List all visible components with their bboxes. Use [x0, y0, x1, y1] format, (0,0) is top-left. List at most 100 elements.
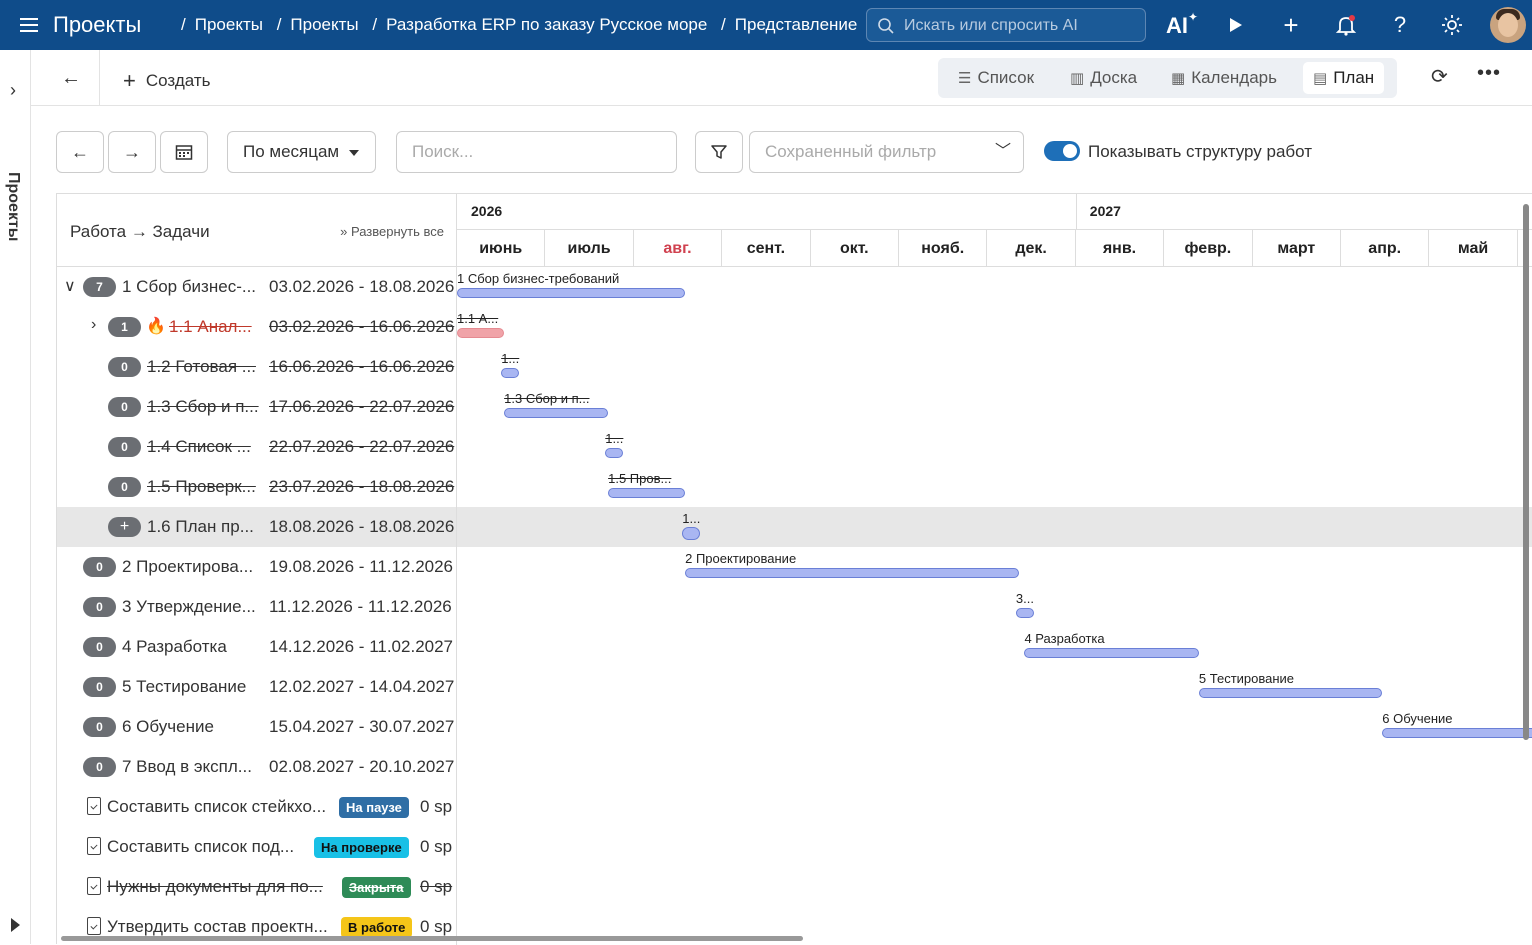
prev-period-button[interactable]: ←	[56, 131, 104, 173]
chevron-down-icon: ﹀	[994, 143, 1011, 160]
table-row[interactable]: 0 1.4 Список ... 22.07.2026 - 22.07.2026	[57, 427, 456, 467]
filter-search-input[interactable]: Поиск...	[396, 131, 677, 173]
gantt-bar[interactable]	[457, 328, 505, 338]
row-name: 1.6 План пр...	[147, 517, 254, 536]
table-row[interactable]: 0 7 Ввод в экспл... 02.08.2027 - 20.10.2…	[57, 747, 456, 787]
count-badge: 0	[83, 597, 116, 617]
menu-icon[interactable]	[20, 14, 38, 36]
table-row[interactable]: 0 1.2 Готовая ... 16.06.2026 - 16.06.202…	[57, 347, 456, 387]
chevron-right-icon[interactable]: ›	[10, 80, 16, 101]
gantt-bar[interactable]	[501, 368, 520, 378]
tab-plan[interactable]: ▤ План	[1303, 62, 1385, 94]
row-name: 4 Разработка	[122, 637, 227, 656]
tab-label: Календарь	[1191, 68, 1277, 87]
breadcrumb: / Проекты / Проекты / Разработка ERP по зак…	[181, 15, 858, 34]
gantt-bar[interactable]	[1198, 688, 1383, 698]
period-value: По месяцам	[243, 142, 340, 161]
tab-calendar[interactable]: ▦ Календарь	[1161, 62, 1287, 94]
tab-board[interactable]: ▥ Доска	[1060, 62, 1147, 94]
count-badge: 7	[83, 277, 116, 297]
vertical-scrollbar[interactable]	[1523, 204, 1529, 740]
show-structure-label: Показывать структуру работ	[1088, 142, 1313, 161]
sun-icon	[1442, 15, 1462, 35]
row-dates: 16.06.2026 - 16.06.2026	[269, 357, 455, 376]
left-rail: › Проекты	[0, 50, 31, 944]
story-points: 0 sp	[420, 837, 453, 856]
notifications-button[interactable]	[1331, 10, 1361, 40]
table-row[interactable]: 0 1.3 Сбор и п... 17.06.2026 - 22.07.202…	[57, 387, 456, 427]
gantt-bar-label: 2 Проектирование	[685, 551, 797, 566]
gantt-bar[interactable]	[1024, 648, 1199, 658]
table-row[interactable]: ∨ 7 1 Сбор бизнес-... 03.02.2026 - 18.08…	[57, 267, 456, 307]
gantt-bar[interactable]	[504, 408, 609, 418]
show-structure-toggle[interactable]	[1044, 141, 1080, 161]
status-badge[interactable]: На паузе	[339, 797, 409, 818]
breadcrumb-item[interactable]: Представление	[735, 15, 858, 34]
table-row[interactable]: 0 5 Тестирование 12.02.2027 - 14.04.2027	[57, 667, 456, 707]
gantt-bar[interactable]	[682, 527, 701, 540]
task-row[interactable]: Составить список под... На проверке 0 sp	[57, 827, 456, 867]
expand-all-button[interactable]: » Развернуть все	[340, 224, 444, 239]
month-header: июнь июль авг. сент. окт. нояб. дек. янв. февр. м…	[457, 230, 1532, 267]
month-label: нояб.	[899, 230, 988, 267]
today-button[interactable]	[160, 131, 208, 173]
status-badge[interactable]: В работе	[341, 917, 413, 938]
app-title[interactable]: Проекты	[53, 12, 141, 38]
create-button[interactable]: + Создать	[123, 66, 210, 93]
next-period-button[interactable]: →	[108, 131, 156, 173]
table-row[interactable]: 0 2 Проектирова... 19.08.2026 - 11.12.20…	[57, 547, 456, 587]
help-button[interactable]: ?	[1385, 10, 1415, 40]
count-badge: 0	[83, 677, 116, 697]
gantt-bar[interactable]	[1382, 728, 1532, 738]
status-badge[interactable]: Закрыта	[342, 877, 411, 898]
chevron-down-icon[interactable]: ∨	[64, 276, 76, 296]
back-button[interactable]: ←	[61, 67, 81, 90]
more-icon[interactable]: •••	[1477, 62, 1501, 85]
saved-filter-placeholder: Сохраненный фильтр	[765, 142, 937, 161]
gantt-bar[interactable]	[608, 488, 686, 498]
table-header: Работа → Задачи » Развернуть все	[57, 194, 457, 267]
status-badge[interactable]: На проверке	[314, 837, 409, 858]
theme-button[interactable]	[1437, 10, 1467, 40]
gantt-bar[interactable]	[605, 448, 624, 458]
play-button[interactable]	[1220, 10, 1250, 40]
gantt-bar-label: 3...	[1015, 591, 1034, 606]
table-row-selected[interactable]: + 1.6 План пр... 18.08.2026 - 18.08.2026	[57, 507, 456, 547]
work-list: ∨ 7 1 Сбор бизнес-... 03.02.2026 - 18.08…	[57, 267, 457, 945]
task-row[interactable]: Нужны документы для по... Закрыта 0 sp	[57, 867, 456, 907]
table-row[interactable]: 0 1.5 Проверк... 23.07.2026 - 18.08.2026	[57, 467, 456, 507]
global-search-input[interactable]: Искать или спросить AI	[866, 8, 1146, 42]
table-row[interactable]: › 1 🔥 1.1 Анал... 03.02.2026 - 16.06.202…	[57, 307, 456, 347]
add-button[interactable]: +	[1276, 10, 1306, 40]
chevron-right-icon[interactable]: ›	[91, 316, 96, 334]
task-row[interactable]: Составить список стейкхо... На паузе 0 s…	[57, 787, 456, 827]
breadcrumb-item[interactable]: Разработка ERP по заказу Русское море	[386, 15, 707, 34]
table-row[interactable]: 0 6 Обучение 15.04.2027 - 30.07.2027	[57, 707, 456, 747]
month-label: апр.	[1341, 230, 1430, 267]
avatar[interactable]	[1490, 7, 1526, 43]
tab-label: План	[1333, 68, 1375, 87]
year-header: 2026 2027	[457, 194, 1532, 230]
gantt-bar[interactable]	[1015, 608, 1034, 618]
add-child-button[interactable]: +	[108, 517, 141, 537]
ai-button[interactable]: AI✦	[1166, 10, 1198, 39]
filter-button[interactable]	[695, 131, 743, 173]
task-icon	[87, 797, 101, 815]
rail-label[interactable]: Проекты	[4, 172, 22, 241]
gantt-bar[interactable]	[685, 568, 1019, 578]
row-dates: 18.08.2026 - 18.08.2026	[269, 517, 455, 536]
breadcrumb-item[interactable]: Проекты	[195, 15, 263, 34]
period-select[interactable]: По месяцам	[227, 131, 376, 173]
tab-list[interactable]: ☰ Список	[948, 62, 1044, 94]
gantt-bar[interactable]	[457, 288, 686, 298]
expand-rail-icon[interactable]	[11, 918, 20, 932]
gantt-bar-label: 1.1 А...	[457, 311, 499, 326]
table-row[interactable]: 0 3 Утверждение... 11.12.2026 - 11.12.20…	[57, 587, 456, 627]
table-row[interactable]: 0 4 Разработка 14.12.2026 - 11.02.2027	[57, 627, 456, 667]
saved-filter-select[interactable]: Сохраненный фильтр ﹀	[749, 131, 1024, 173]
row-dates: 23.07.2026 - 18.08.2026	[269, 477, 455, 496]
gantt-bar-label: 1...	[605, 431, 624, 446]
horizontal-scrollbar[interactable]	[61, 936, 803, 941]
breadcrumb-item[interactable]: Проекты	[290, 15, 358, 34]
refresh-icon[interactable]: ⟳	[1431, 64, 1448, 89]
